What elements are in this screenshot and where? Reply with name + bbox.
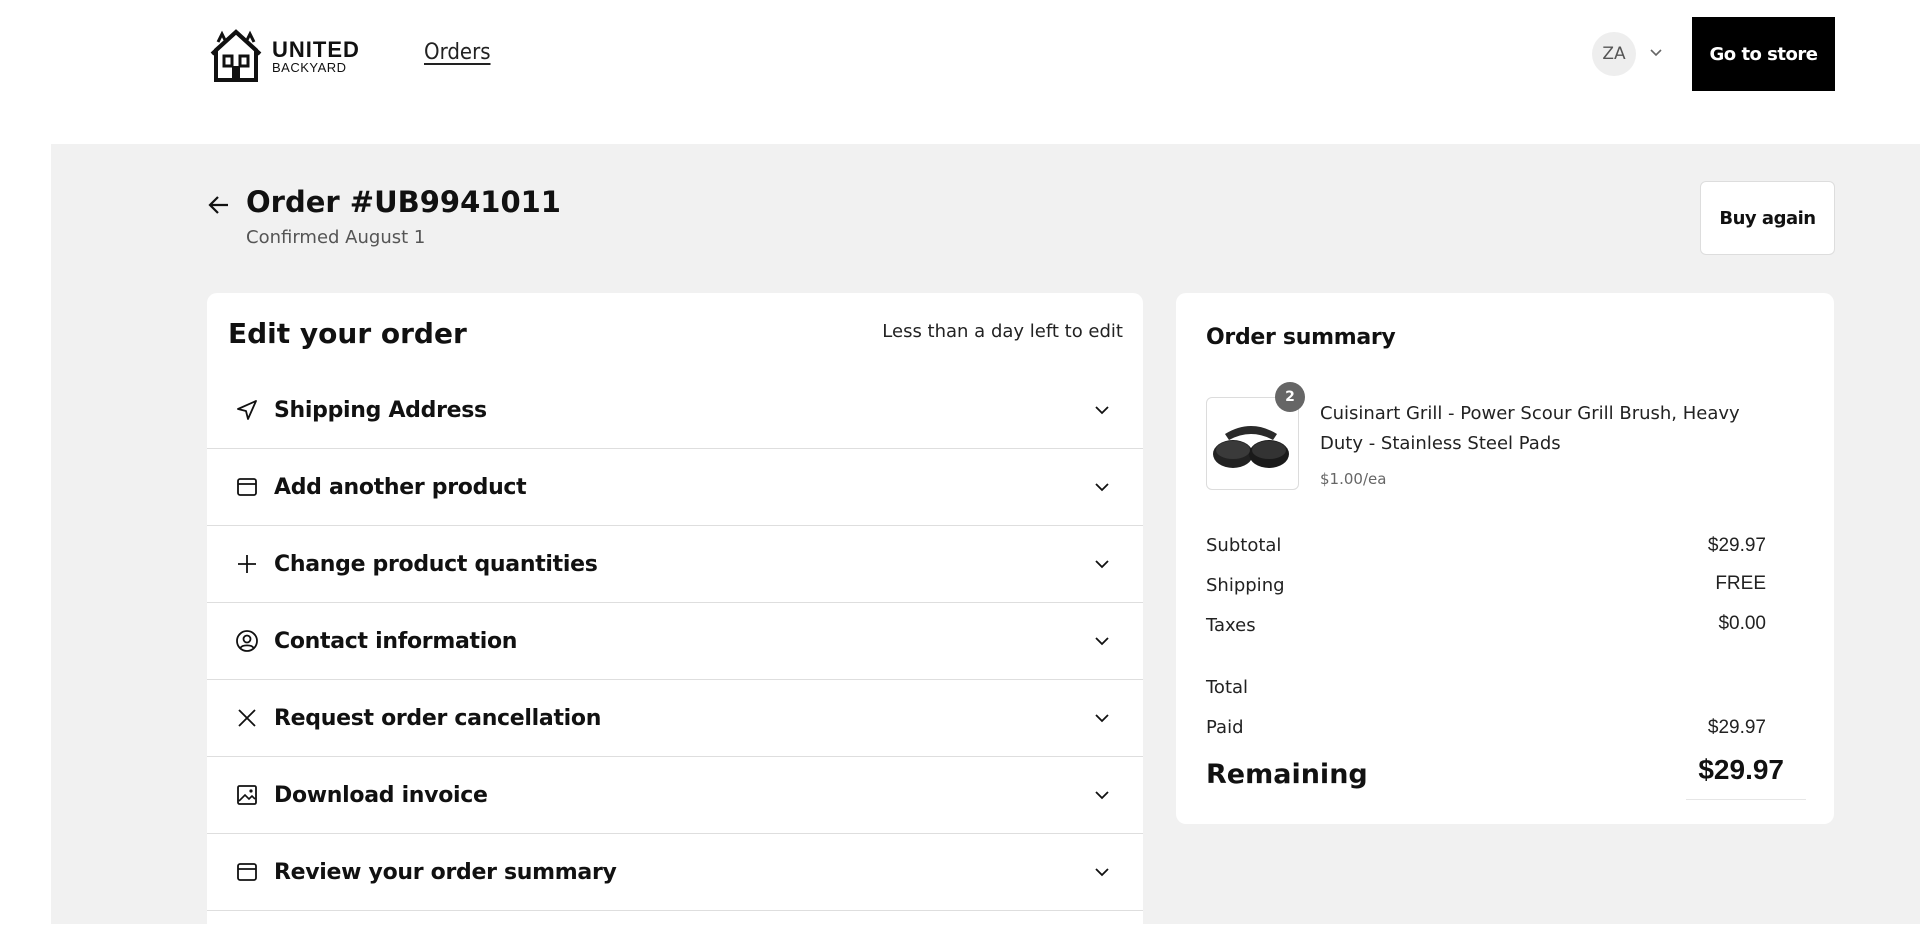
paid-value: $29.97 <box>1707 717 1766 738</box>
chevron-down-icon <box>1095 560 1109 569</box>
divider <box>1686 799 1806 800</box>
edit-item-label: Change product quantities <box>274 551 598 577</box>
taxes-value: $0.00 <box>1718 613 1766 634</box>
buy-again-button[interactable]: Buy again <box>1700 181 1835 255</box>
edit-item-label: Shipping Address <box>274 397 487 423</box>
back-arrow-icon[interactable] <box>206 192 232 218</box>
plus-icon <box>235 552 259 576</box>
edit-item-label: Download invoice <box>274 782 488 808</box>
house-logo-icon <box>210 29 262 82</box>
edit-item-download-invoice[interactable]: Download invoice <box>207 757 1143 834</box>
avatar[interactable]: ZA <box>1592 32 1636 76</box>
subtotal-value: $29.97 <box>1707 535 1766 556</box>
navigation-arrow-icon <box>235 398 259 422</box>
chevron-down-icon <box>1095 406 1109 415</box>
total-label: Total <box>1206 677 1249 698</box>
edit-item-label: Contact information <box>274 628 518 654</box>
user-circle-icon <box>235 629 259 653</box>
edit-item-label: Request order cancellation <box>274 705 602 731</box>
taxes-label: Taxes <box>1206 615 1256 636</box>
x-icon <box>235 706 259 730</box>
image-icon <box>235 783 259 807</box>
edit-item-label: Review your order summary <box>274 859 617 885</box>
product-unit-price: $1.00/ea <box>1320 470 1387 488</box>
edit-item-contact-info[interactable]: Contact information <box>207 603 1143 680</box>
edit-item-change-quantities[interactable]: Change product quantities <box>207 526 1143 603</box>
product-thumbnail[interactable]: 2 <box>1206 382 1305 490</box>
edit-item-add-product[interactable]: Add another product <box>207 449 1143 526</box>
remaining-value: $29.97 <box>1698 754 1784 785</box>
box-icon <box>235 475 259 499</box>
box-icon <box>235 860 259 884</box>
chevron-down-icon[interactable] <box>1648 44 1664 60</box>
edit-order-title: Edit your order <box>228 317 467 350</box>
logo-text: UNITED BACKYARD <box>272 36 360 75</box>
chevron-down-icon <box>1095 791 1109 800</box>
edit-time-left: Less than a day left to edit <box>882 321 1123 342</box>
remaining-label: Remaining <box>1206 759 1368 790</box>
edit-item-label: Add another product <box>274 474 527 500</box>
product-name: Cuisinart Grill - Power Scour Grill Brus… <box>1320 403 1740 454</box>
edit-item-review-summary[interactable]: Review your order summary <box>207 834 1143 911</box>
subtotal-label: Subtotal <box>1206 535 1282 556</box>
shipping-label: Shipping <box>1206 575 1285 596</box>
order-confirmed-date: Confirmed August 1 <box>246 227 426 248</box>
edit-item-request-cancellation[interactable]: Request order cancellation <box>207 680 1143 757</box>
edit-item-shipping-address[interactable]: Shipping Address <box>207 372 1143 449</box>
site-header: UNITED BACKYARD Orders ZA Go to store <box>0 0 1920 144</box>
chevron-down-icon <box>1095 714 1109 723</box>
go-to-store-button[interactable]: Go to store <box>1692 17 1835 91</box>
logo-line2: BACKYARD <box>272 59 347 75</box>
nav-orders-link[interactable]: Orders <box>424 40 491 65</box>
logo-line1: UNITED <box>272 36 360 62</box>
edit-order-card: Edit your order Less than a day left to … <box>207 293 1143 939</box>
order-summary-title: Order summary <box>1206 325 1396 350</box>
chevron-down-icon <box>1095 868 1109 877</box>
logo[interactable]: UNITED BACKYARD <box>208 26 368 86</box>
page-title: Order #UB9941011 <box>246 185 561 219</box>
quantity-badge: 2 <box>1275 382 1305 412</box>
chevron-down-icon <box>1095 483 1109 492</box>
chevron-down-icon <box>1095 637 1109 646</box>
order-summary-card: Order summary 2 Cuisinart Grill - Power … <box>1176 293 1834 824</box>
shipping-value: FREE <box>1715 573 1766 594</box>
grill-brush-image <box>1213 426 1289 468</box>
paid-label: Paid <box>1206 717 1244 738</box>
